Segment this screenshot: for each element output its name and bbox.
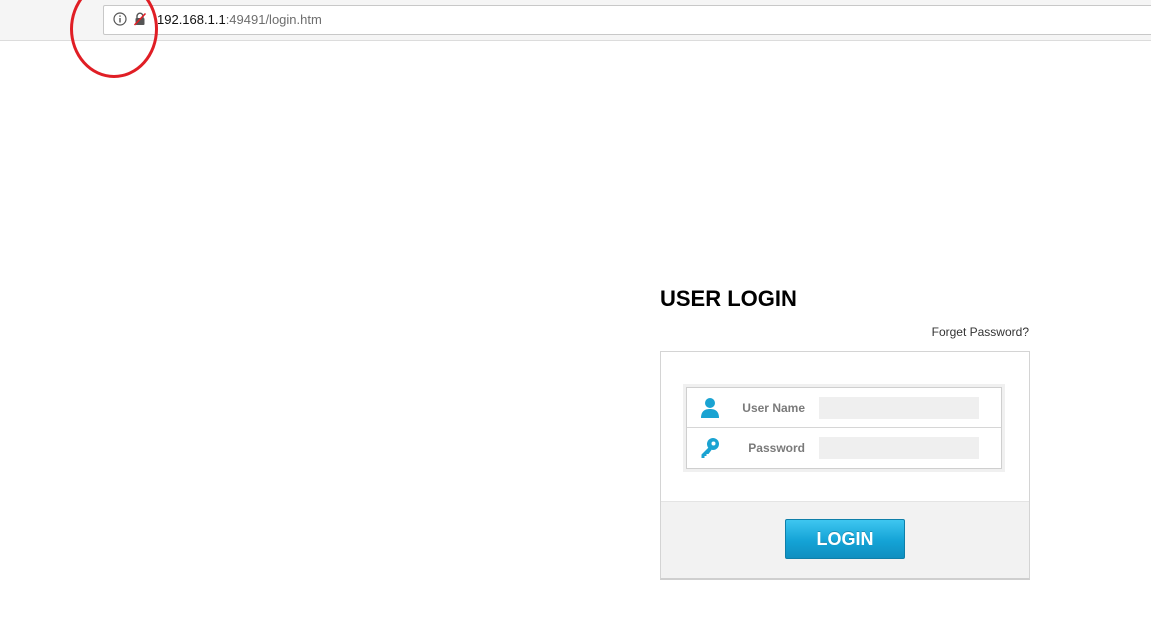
- url-text[interactable]: 192.168.1.1:49491/login.htm: [157, 12, 322, 28]
- password-label: Password: [748, 441, 805, 455]
- username-row: User Name: [687, 388, 1001, 428]
- address-bar[interactable]: 192.168.1.1:49491/login.htm: [103, 5, 1151, 35]
- credentials-box: User Name Password: [683, 384, 1005, 472]
- key-icon: [698, 436, 722, 460]
- red-annotation-circle: [70, 0, 158, 78]
- username-label: User Name: [742, 401, 805, 415]
- credentials-inner: User Name Password: [686, 387, 1002, 469]
- password-row: Password: [687, 428, 1001, 468]
- user-icon: [698, 396, 722, 420]
- url-path: :49491/login.htm: [225, 12, 322, 27]
- password-input[interactable]: [819, 437, 979, 459]
- browser-toolbar: 192.168.1.1:49491/login.htm: [0, 0, 1151, 41]
- login-panel: User Name Password LOGIN: [660, 351, 1030, 580]
- forget-password-link[interactable]: Forget Password?: [860, 325, 1029, 340]
- page-title: USER LOGIN: [660, 286, 797, 311]
- username-input[interactable]: [819, 397, 979, 419]
- login-button[interactable]: LOGIN: [785, 519, 905, 559]
- login-footer: LOGIN: [661, 501, 1029, 578]
- url-host: 192.168.1.1: [157, 12, 226, 27]
